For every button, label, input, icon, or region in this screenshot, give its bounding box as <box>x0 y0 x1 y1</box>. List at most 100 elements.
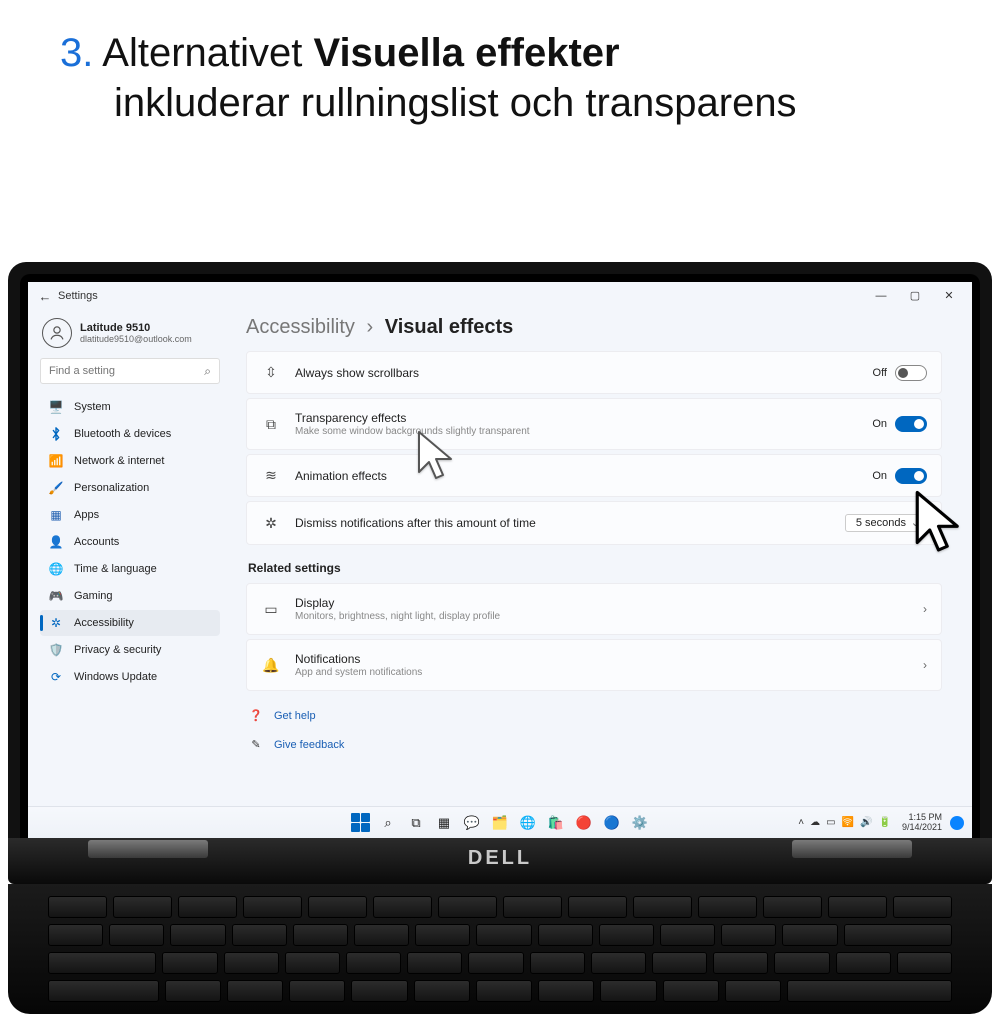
sidebar-item-bluetooth-devices[interactable]: Bluetooth & devices <box>40 421 220 447</box>
related-subtitle: App and system notifications <box>295 667 909 678</box>
sidebar-icon: 📶 <box>48 453 64 469</box>
sidebar: Latitude 9510 dlatitude9510@outlook.com … <box>28 310 228 806</box>
breadcrumb: Accessibility › Visual effects <box>246 316 942 339</box>
help-icon: ❓ <box>248 709 264 722</box>
tray-icon[interactable]: ☁ <box>810 817 820 828</box>
sidebar-icon: ⟳ <box>48 669 64 685</box>
tray-icon[interactable]: 🔋 <box>879 817 891 828</box>
user-name: Latitude 9510 <box>80 322 192 334</box>
sidebar-item-personalization[interactable]: 🖌️Personalization <box>40 475 220 501</box>
tray-icon[interactable]: 🔊 <box>860 817 872 828</box>
related-icon: ▭ <box>261 601 281 618</box>
sidebar-icon <box>48 426 64 442</box>
sidebar-item-label: Privacy & security <box>74 644 161 656</box>
screen: ← Settings — ▢ ✕ <box>28 282 972 838</box>
window-title: Settings <box>58 290 98 302</box>
sidebar-icon: 🖌️ <box>48 480 64 496</box>
back-button[interactable]: ← <box>34 289 56 304</box>
sidebar-icon: 🖥️ <box>48 399 64 415</box>
search-box[interactable]: ⌕ <box>40 358 220 384</box>
sidebar-item-label: System <box>74 401 111 413</box>
taskbar-store-icon[interactable]: 🛍️ <box>545 812 567 834</box>
taskbar-b-icon[interactable]: 🔵 <box>601 812 623 834</box>
sidebar-item-windows-update[interactable]: ⟳Windows Update <box>40 664 220 690</box>
toggle-switch[interactable] <box>895 416 927 432</box>
sidebar-icon: 🛡️ <box>48 642 64 658</box>
related-icon: 🔔 <box>261 657 281 674</box>
taskbar-chat-icon[interactable]: 💬 <box>461 812 483 834</box>
help-label[interactable]: Give feedback <box>274 739 344 751</box>
taskbar-settings-icon[interactable]: ⚙️ <box>629 812 651 834</box>
taskbar: ⌕ ⧉ ▦ 💬 🗂️ 🌐 🛍️ 🔴 🔵 ⚙️ ˄ ☁ ▭ 🛜 🔊 🔋 1:15 PM 9/14/2021 <box>28 806 972 838</box>
chevron-right-icon: › <box>923 602 927 616</box>
setting-icon: ⇳ <box>261 364 281 381</box>
taskbar-taskview-icon[interactable]: ⧉ <box>405 812 427 834</box>
sidebar-item-system[interactable]: 🖥️ System <box>40 394 220 420</box>
sidebar-item-label: Bluetooth & devices <box>74 428 171 440</box>
help-link[interactable]: ❓ Get help <box>246 705 942 726</box>
dropdown[interactable]: 5 seconds <box>845 514 927 532</box>
sidebar-icon: ✲ <box>48 615 64 631</box>
sidebar-item-apps[interactable]: ▦Apps <box>40 502 220 528</box>
sidebar-item-accounts[interactable]: 👤Accounts <box>40 529 220 555</box>
setting-title: Transparency effects <box>295 411 858 425</box>
toggle-state-label: On <box>872 470 887 482</box>
help-label[interactable]: Get help <box>274 710 316 722</box>
sidebar-icon: 🎮 <box>48 588 64 604</box>
window-minimize[interactable]: — <box>864 282 898 310</box>
sidebar-item-accessibility[interactable]: ✲ Accessibility <box>40 610 220 636</box>
user-email: dlatitude9510@outlook.com <box>80 334 192 344</box>
main-content: Accessibility › Visual effects ⇳ Always s… <box>228 310 972 806</box>
sidebar-item-gaming[interactable]: 🎮 Gaming <box>40 583 220 609</box>
toggle-switch[interactable] <box>895 468 927 484</box>
taskbar-start-icon[interactable] <box>349 812 371 834</box>
laptop-keyboard <box>8 884 992 1014</box>
notification-badge-icon[interactable] <box>950 816 964 830</box>
help-link[interactable]: ✎ Give feedback <box>246 734 942 755</box>
avatar-icon <box>42 318 72 348</box>
search-icon: ⌕ <box>204 364 211 379</box>
crumb-parent[interactable]: Accessibility <box>246 316 355 338</box>
related-heading: Related settings <box>248 561 942 575</box>
sidebar-item-privacy-security[interactable]: 🛡️ Privacy & security <box>40 637 220 663</box>
sidebar-item-label: Network & internet <box>74 455 164 467</box>
related-subtitle: Monitors, brightness, night light, displ… <box>295 611 909 622</box>
taskbar-a-icon[interactable]: 🔴 <box>573 812 595 834</box>
window-maximize[interactable]: ▢ <box>898 282 932 310</box>
setting-animation-effects[interactable]: ≋ Animation effects On <box>246 454 942 497</box>
search-input[interactable] <box>49 365 204 377</box>
sidebar-item-network-internet[interactable]: 📶 Network & internet <box>40 448 220 474</box>
step-number: 3. <box>60 31 93 75</box>
taskbar-widgets-icon[interactable]: ▦ <box>433 812 455 834</box>
setting-always-show-scrollbars[interactable]: ⇳Always show scrollbarsOff <box>246 351 942 394</box>
sidebar-item-label: Accessibility <box>74 617 134 629</box>
sidebar-item-time-language[interactable]: 🌐 Time & language <box>40 556 220 582</box>
related-notifications[interactable]: 🔔 NotificationsApp and system notificatio… <box>246 639 942 691</box>
help-icon: ✎ <box>248 738 264 751</box>
sidebar-item-label: Accounts <box>74 536 119 548</box>
setting-icon: ≋ <box>261 467 281 484</box>
user-card[interactable]: Latitude 9510 dlatitude9510@outlook.com <box>40 314 220 358</box>
setting-transparency-effects[interactable]: ⧉Transparency effectsMake some window ba… <box>246 398 942 450</box>
related-title: Notifications <box>295 652 909 666</box>
setting-title: Animation effects <box>295 469 858 483</box>
sidebar-item-label: Gaming <box>74 590 113 602</box>
tray-icon[interactable]: 🛜 <box>842 817 854 828</box>
sidebar-icon: ▦ <box>48 507 64 523</box>
taskbar-search-icon[interactable]: ⌕ <box>377 812 399 834</box>
sidebar-item-label: Time & language <box>74 563 157 575</box>
toggle-switch[interactable] <box>895 365 927 381</box>
related-display[interactable]: ▭DisplayMonitors, brightness, night ligh… <box>246 583 942 635</box>
setting-subtitle: Make some window backgrounds slightly tr… <box>295 426 858 437</box>
tray-icon[interactable]: ˄ <box>798 817 804 828</box>
window-titlebar: ← Settings — ▢ ✕ <box>28 282 972 310</box>
sidebar-icon: 🌐 <box>48 561 64 577</box>
window-close[interactable]: ✕ <box>932 282 966 310</box>
taskbar-clock[interactable]: 1:15 PM 9/14/2021 <box>902 813 942 832</box>
setting-title: Always show scrollbars <box>295 366 859 380</box>
setting-dismiss-notifications-after-this-amount-of-time[interactable]: ✲Dismiss notifications after this amount… <box>246 501 942 545</box>
taskbar-explorer-icon[interactable]: 🗂️ <box>489 812 511 834</box>
taskbar-edge-icon[interactable]: 🌐 <box>517 812 539 834</box>
system-tray[interactable]: ˄ ☁ ▭ 🛜 🔊 🔋 1:15 PM 9/14/2021 <box>795 813 964 832</box>
tray-icon[interactable]: ▭ <box>826 817 835 828</box>
